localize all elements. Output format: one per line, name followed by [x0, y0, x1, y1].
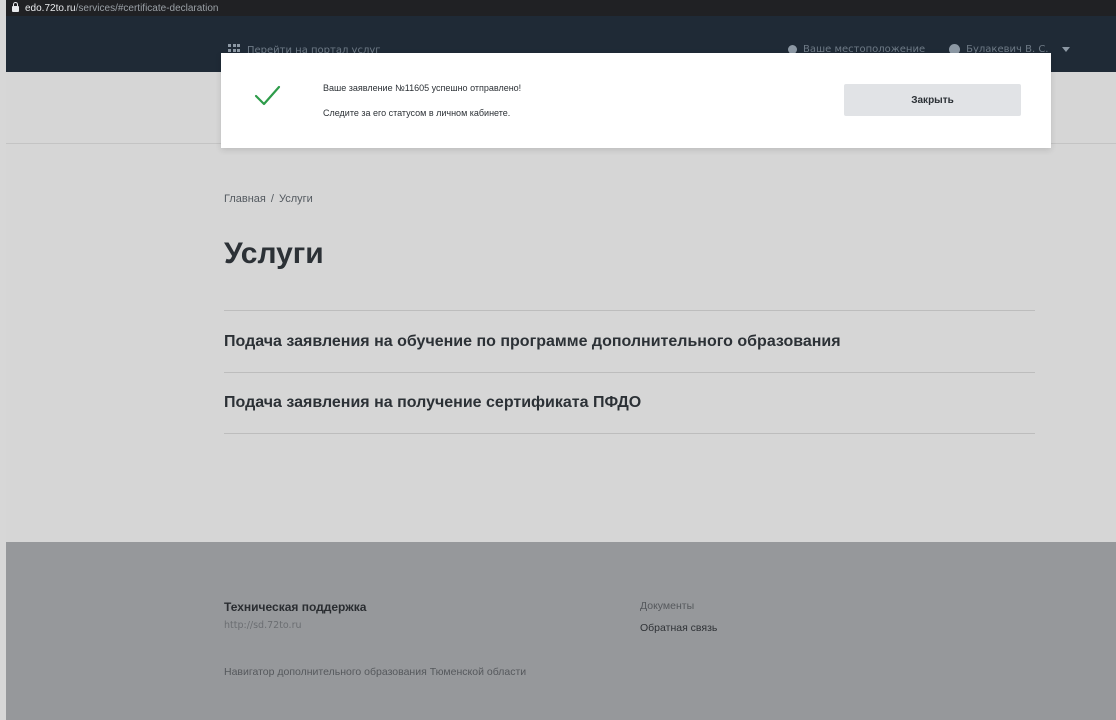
footer: Техническая поддержка http://sd.72to.ru …	[6, 542, 1116, 720]
breadcrumb-home[interactable]: Главная	[224, 193, 266, 205]
breadcrumb-current: Услуги	[278, 193, 313, 205]
check-icon	[254, 85, 281, 106]
footer-links: Документы Обратная связь	[640, 600, 717, 634]
service-item-education-program[interactable]: Подача заявления на обучение по программ…	[224, 310, 1035, 372]
documents-link[interactable]: Документы	[640, 600, 717, 612]
close-button[interactable]: Закрыть	[844, 84, 1021, 116]
browser-viewport: edo.72to.ru/services/#certificate-declar…	[6, 0, 1116, 720]
feedback-link[interactable]: Обратная связь	[640, 622, 717, 634]
notification-message: Ваше заявление №11605 успешно отправлено…	[323, 83, 522, 93]
services-list: Подача заявления на обучение по программ…	[224, 310, 1035, 434]
main-content: Главная / Услуги Услуги Подача заявления н…	[6, 145, 1116, 542]
page-title: Услуги	[224, 237, 324, 270]
support-title: Техническая поддержка	[224, 600, 367, 614]
url-path: /services/#certificate-declaration	[75, 2, 219, 14]
breadcrumb: Главная / Услуги	[224, 193, 313, 205]
address-bar[interactable]: edo.72to.ru/services/#certificate-declar…	[6, 0, 1116, 16]
url-host: edo.72to.ru	[25, 2, 76, 14]
notification-hint: Следите за его статусом в личном кабинет…	[323, 108, 511, 118]
chevron-down-icon[interactable]	[1062, 47, 1071, 52]
lock-icon	[12, 2, 19, 13]
success-notification: Ваше заявление №11605 успешно отправлено…	[221, 53, 1051, 148]
footer-copyright: Навигатор дополнительного образования Тю…	[224, 666, 527, 678]
support-url-link[interactable]: http://sd.72to.ru	[224, 620, 302, 631]
breadcrumb-separator: /	[270, 193, 274, 205]
service-item-pfdo-certificate[interactable]: Подача заявления на получение сертификат…	[224, 372, 1035, 434]
